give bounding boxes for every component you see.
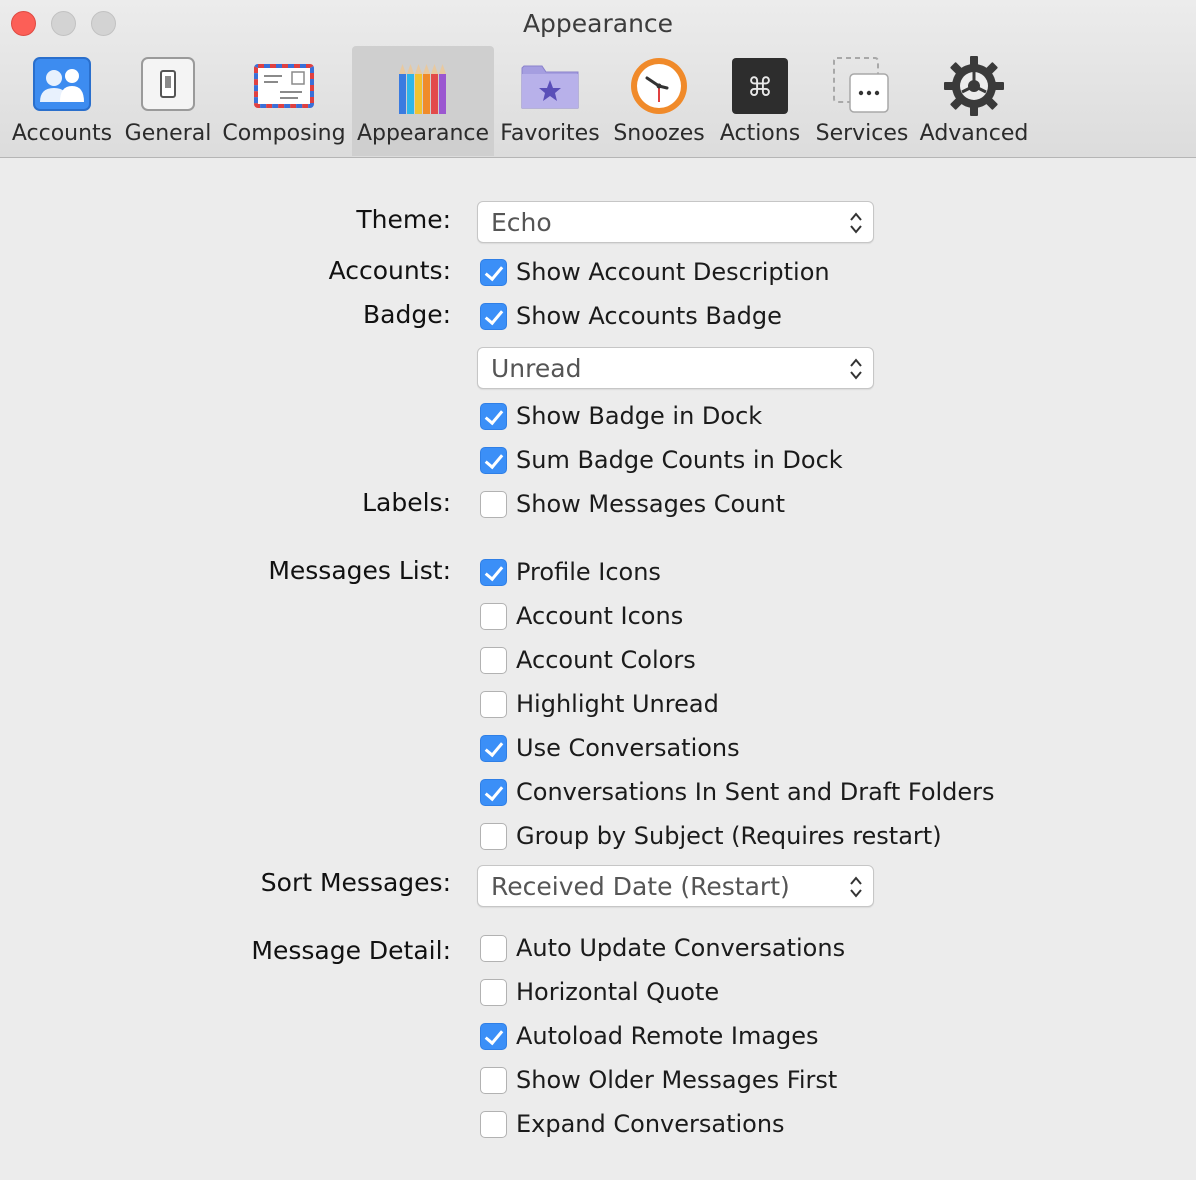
group-by-subject-checkbox[interactable]: [480, 822, 507, 850]
window-title: Appearance: [522, 9, 674, 38]
show-accounts-badge-checkbox[interactable]: [480, 302, 507, 330]
tab-accounts-label: Accounts: [11, 121, 113, 146]
account-icons-row[interactable]: Account Icons: [480, 601, 683, 631]
auto-update-conversations-checkbox[interactable]: [480, 934, 507, 962]
expand-conversations-row[interactable]: Expand Conversations: [480, 1109, 785, 1139]
tab-composing-label: Composing: [222, 121, 346, 146]
tab-accounts[interactable]: Accounts: [4, 46, 120, 156]
autoload-remote-images-text: Autoload Remote Images: [516, 1022, 819, 1050]
appearance-icon: [391, 54, 455, 118]
group-by-subject-text: Group by Subject (Requires restart): [516, 822, 942, 850]
highlight-unread-checkbox[interactable]: [480, 690, 507, 718]
use-conversations-row[interactable]: Use Conversations: [480, 733, 740, 763]
use-conversations-checkbox[interactable]: [480, 734, 507, 762]
tab-appearance[interactable]: Appearance: [352, 46, 494, 156]
sum-badge-counts-checkbox[interactable]: [480, 446, 507, 474]
stepper-arrows-icon: [850, 876, 862, 898]
favorites-icon: [518, 54, 582, 118]
autoload-remote-images-checkbox[interactable]: [480, 1022, 507, 1050]
highlight-unread-row[interactable]: Highlight Unread: [480, 689, 719, 719]
conversations-sent-draft-text: Conversations In Sent and Draft Folders: [516, 778, 995, 806]
show-badge-in-dock-checkbox[interactable]: [480, 402, 507, 430]
horizontal-quote-text: Horizontal Quote: [516, 978, 720, 1006]
accounts-label: Accounts:: [328, 256, 451, 285]
svg-text:⌘: ⌘: [747, 73, 773, 103]
theme-popup[interactable]: Echo: [477, 201, 874, 243]
window-toolbar: Appearance Accounts General Composing Ap…: [0, 0, 1196, 158]
tab-favorites[interactable]: Favorites: [496, 46, 604, 156]
tab-advanced-label: Advanced: [919, 121, 1029, 146]
theme-popup-value: Echo: [491, 208, 552, 237]
tab-general-label: General: [124, 121, 212, 146]
general-icon: [136, 54, 200, 118]
advanced-icon: [942, 54, 1006, 118]
tab-advanced[interactable]: Advanced: [918, 46, 1030, 156]
auto-update-conversations-row[interactable]: Auto Update Conversations: [480, 933, 845, 963]
show-badge-in-dock-row[interactable]: Show Badge in Dock: [480, 401, 762, 431]
badge-type-popup-value: Unread: [491, 354, 582, 383]
account-icons-text: Account Icons: [516, 602, 684, 630]
badge-label: Badge:: [362, 300, 451, 329]
sort-messages-popup-value: Received Date (Restart): [491, 872, 790, 901]
message-detail-label: Message Detail:: [251, 936, 451, 965]
tab-services-label: Services: [815, 121, 909, 146]
show-accounts-badge-row[interactable]: Show Accounts Badge: [480, 301, 782, 331]
show-account-description-checkbox[interactable]: [480, 258, 507, 286]
stepper-arrows-icon: [850, 212, 862, 234]
services-icon: [830, 54, 894, 118]
tab-appearance-label: Appearance: [356, 121, 490, 146]
show-messages-count-checkbox[interactable]: [480, 490, 507, 518]
sort-messages-popup[interactable]: Received Date (Restart): [477, 865, 874, 907]
badge-type-popup[interactable]: Unread: [477, 347, 874, 389]
autoload-remote-images-row[interactable]: Autoload Remote Images: [480, 1021, 819, 1051]
theme-label: Theme:: [356, 205, 451, 234]
show-account-description-text: Show Account Description: [516, 258, 830, 286]
conversations-sent-draft-checkbox[interactable]: [480, 778, 507, 806]
auto-update-conversations-text: Auto Update Conversations: [516, 934, 846, 962]
accounts-icon: [30, 54, 94, 118]
profile-icons-text: Profile Icons: [516, 558, 661, 586]
show-account-description-row[interactable]: Show Account Description: [480, 257, 830, 287]
show-messages-count-row[interactable]: Show Messages Count: [480, 489, 785, 519]
highlight-unread-text: Highlight Unread: [516, 690, 719, 718]
tab-actions-label: Actions: [719, 121, 801, 146]
tab-composing[interactable]: Composing: [218, 46, 350, 156]
sum-badge-counts-row[interactable]: Sum Badge Counts in Dock: [480, 445, 843, 475]
account-colors-row[interactable]: Account Colors: [480, 645, 696, 675]
use-conversations-text: Use Conversations: [516, 734, 740, 762]
account-icons-checkbox[interactable]: [480, 602, 507, 630]
conversations-sent-draft-row[interactable]: Conversations In Sent and Draft Folders: [480, 777, 995, 807]
show-messages-count-text: Show Messages Count: [516, 490, 785, 518]
expand-conversations-text: Expand Conversations: [516, 1110, 785, 1138]
sort-messages-label: Sort Messages:: [260, 868, 451, 897]
show-older-messages-first-checkbox[interactable]: [480, 1066, 507, 1094]
labels-label: Labels:: [362, 488, 451, 517]
sum-badge-counts-text: Sum Badge Counts in Dock: [516, 446, 843, 474]
tab-actions[interactable]: ⌘ Actions: [714, 46, 806, 156]
tab-general[interactable]: General: [122, 46, 214, 156]
show-badge-in-dock-text: Show Badge in Dock: [516, 402, 763, 430]
show-older-messages-first-row[interactable]: Show Older Messages First: [480, 1065, 837, 1095]
horizontal-quote-checkbox[interactable]: [480, 978, 507, 1006]
show-older-messages-first-text: Show Older Messages First: [516, 1066, 838, 1094]
profile-icons-checkbox[interactable]: [480, 558, 507, 586]
stepper-arrows-icon: [850, 358, 862, 380]
tab-services[interactable]: Services: [810, 46, 914, 156]
horizontal-quote-row[interactable]: Horizontal Quote: [480, 977, 719, 1007]
group-by-subject-row[interactable]: Group by Subject (Requires restart): [480, 821, 942, 851]
composing-icon: [252, 54, 316, 118]
show-accounts-badge-text: Show Accounts Badge: [516, 302, 782, 330]
account-colors-text: Account Colors: [516, 646, 696, 674]
profile-icons-row[interactable]: Profile Icons: [480, 557, 661, 587]
actions-icon: ⌘: [728, 54, 792, 118]
tab-favorites-label: Favorites: [500, 121, 600, 146]
tab-snoozes-label: Snoozes: [613, 121, 705, 146]
snoozes-icon: [627, 54, 691, 118]
account-colors-checkbox[interactable]: [480, 646, 507, 674]
tab-snoozes[interactable]: Snoozes: [608, 46, 710, 156]
expand-conversations-checkbox[interactable]: [480, 1110, 507, 1138]
messages-list-label: Messages List:: [268, 556, 451, 585]
